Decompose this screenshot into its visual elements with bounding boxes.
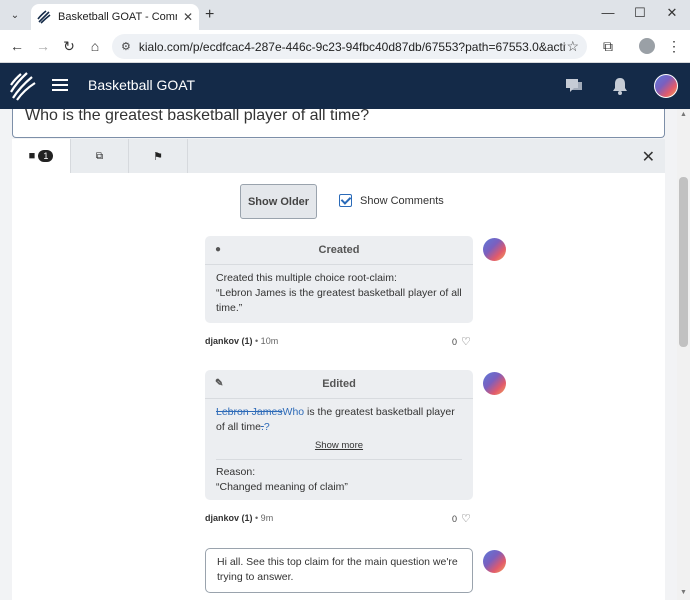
- show-comments-checkbox[interactable]: [339, 194, 352, 207]
- flag-icon: ⚑: [153, 150, 163, 163]
- browser-tab[interactable]: Basketball GOAT - Comments | ✕: [31, 4, 199, 30]
- panel-tabs: ■ 1 ⧉ ⚑ ✕: [12, 139, 665, 173]
- tab-flag[interactable]: ⚑: [129, 139, 188, 173]
- close-icon[interactable]: ✕: [642, 147, 655, 167]
- activity-line: Created this multiple choice root-claim:: [216, 272, 397, 284]
- user-avatar[interactable]: [654, 74, 678, 98]
- kialo-favicon-icon: [37, 10, 51, 24]
- new-tab-button[interactable]: +: [205, 6, 214, 24]
- bullet-icon: ●: [215, 244, 222, 255]
- author-name[interactable]: djankov (1): [205, 513, 253, 523]
- scroll-down-icon[interactable]: ▼: [680, 589, 687, 596]
- speech-bubble-icon: ■: [28, 150, 36, 162]
- removed-text: Lebron James: [216, 406, 283, 418]
- copy-icon: ⧉: [95, 150, 104, 162]
- kialo-logo-icon[interactable]: [10, 71, 36, 101]
- heart-icon[interactable]: ♡: [461, 335, 471, 348]
- tab-close-icon[interactable]: ✕: [183, 10, 193, 24]
- bookmark-star-icon[interactable]: ☆: [566, 38, 579, 55]
- menu-icon[interactable]: [52, 79, 68, 92]
- like-count: 0: [452, 513, 458, 524]
- forward-icon[interactable]: →: [35, 38, 51, 54]
- browser-tab-strip: ⌄ Basketball GOAT - Comments | ✕ + — ☐ ✕: [0, 0, 690, 30]
- scroll-up-icon[interactable]: ▲: [680, 111, 687, 118]
- activity-header: ✎ Edited: [205, 370, 473, 399]
- tab-search-icon[interactable]: ⌄: [6, 6, 24, 24]
- minimize-icon[interactable]: —: [598, 5, 618, 20]
- activity-body: Lebron JamesWho is the greatest basketba…: [205, 399, 473, 504]
- app-header: Basketball GOAT: [0, 63, 690, 109]
- like-control[interactable]: 0 ♡: [452, 512, 471, 525]
- notifications-bell-icon[interactable]: [610, 76, 630, 96]
- window-close-icon[interactable]: ✕: [662, 5, 682, 21]
- like-control[interactable]: 0 ♡: [452, 335, 471, 348]
- comments-panel: ■ 1 ⧉ ⚑ ✕ Show Older Show Comments ● Cre…: [12, 139, 665, 600]
- home-icon[interactable]: ⌂: [87, 38, 103, 54]
- tab-title: Basketball GOAT - Comments |: [58, 11, 177, 23]
- discussion-title[interactable]: Basketball GOAT: [88, 77, 195, 93]
- claim-text: Who is the greatest basketball player of…: [25, 109, 370, 124]
- activity-header: ● Created: [205, 236, 473, 265]
- activity-header-label: Created: [318, 244, 360, 256]
- show-more-link[interactable]: Show more: [216, 438, 462, 460]
- show-comments-toggle[interactable]: Show Comments: [339, 194, 444, 207]
- timestamp: • 10m: [255, 336, 279, 346]
- address-bar[interactable]: ⚙ kialo.com/p/ecdfcac4-287e-446c-9c23-94…: [112, 34, 587, 59]
- activity-meta: djankov (1) • 9m: [205, 513, 273, 523]
- show-older-button[interactable]: Show Older: [240, 184, 317, 219]
- claim-header[interactable]: Who is the greatest basketball player of…: [12, 109, 665, 138]
- reload-icon[interactable]: ↻: [61, 38, 77, 55]
- author-avatar[interactable]: [483, 238, 506, 261]
- activity-meta: djankov (1) • 10m: [205, 336, 278, 346]
- extensions-icon[interactable]: ⧉: [600, 38, 616, 55]
- back-icon[interactable]: ←: [9, 38, 25, 54]
- activity-header-label: Edited: [322, 378, 356, 390]
- activity-body: Created this multiple choice root-claim:…: [205, 265, 473, 325]
- author-avatar[interactable]: [483, 550, 506, 573]
- activity-card-edited: ✎ Edited Lebron JamesWho is the greatest…: [205, 370, 473, 500]
- reason-label: Reason:: [216, 466, 256, 478]
- browser-menu-icon[interactable]: ⋮: [666, 38, 682, 55]
- activity-line: “Lebron James is the greatest basketball…: [216, 287, 462, 314]
- scroll-thumb[interactable]: [679, 177, 688, 347]
- page-scrollbar[interactable]: ▲ ▼: [677, 109, 690, 600]
- author-avatar[interactable]: [483, 372, 506, 395]
- profile-icon[interactable]: [639, 38, 655, 54]
- page-content: Who is the greatest basketball player of…: [0, 109, 677, 600]
- url-text: kialo.com/p/ecdfcac4-287e-446c-9c23-94fb…: [138, 39, 567, 54]
- added-text: Who: [282, 406, 305, 418]
- maximize-icon[interactable]: ☐: [630, 5, 650, 21]
- browser-toolbar: ← → ↻ ⌂ ⚙ kialo.com/p/ecdfcac4-287e-446c…: [0, 30, 690, 63]
- reason-text: “Changed meaning of claim”: [216, 481, 348, 493]
- pencil-icon: ✎: [215, 378, 224, 389]
- edit-diff: Lebron JamesWho is the greatest basketba…: [216, 405, 462, 435]
- added-text: ?: [263, 421, 270, 433]
- tab-copy[interactable]: ⧉: [71, 139, 129, 173]
- activity-card-created: ● Created Created this multiple choice r…: [205, 236, 473, 323]
- chat-icon[interactable]: [564, 76, 584, 96]
- author-name[interactable]: djankov (1): [205, 336, 253, 346]
- comments-count-badge: 1: [38, 150, 54, 162]
- site-info-icon[interactable]: ⚙: [121, 40, 131, 53]
- timestamp: • 9m: [255, 513, 274, 523]
- comment-bubble: Hi all. See this top claim for the main …: [205, 548, 473, 593]
- heart-icon[interactable]: ♡: [461, 512, 471, 525]
- tab-comments[interactable]: ■ 1: [12, 139, 71, 173]
- like-count: 0: [452, 336, 458, 347]
- show-comments-label: Show Comments: [360, 194, 444, 207]
